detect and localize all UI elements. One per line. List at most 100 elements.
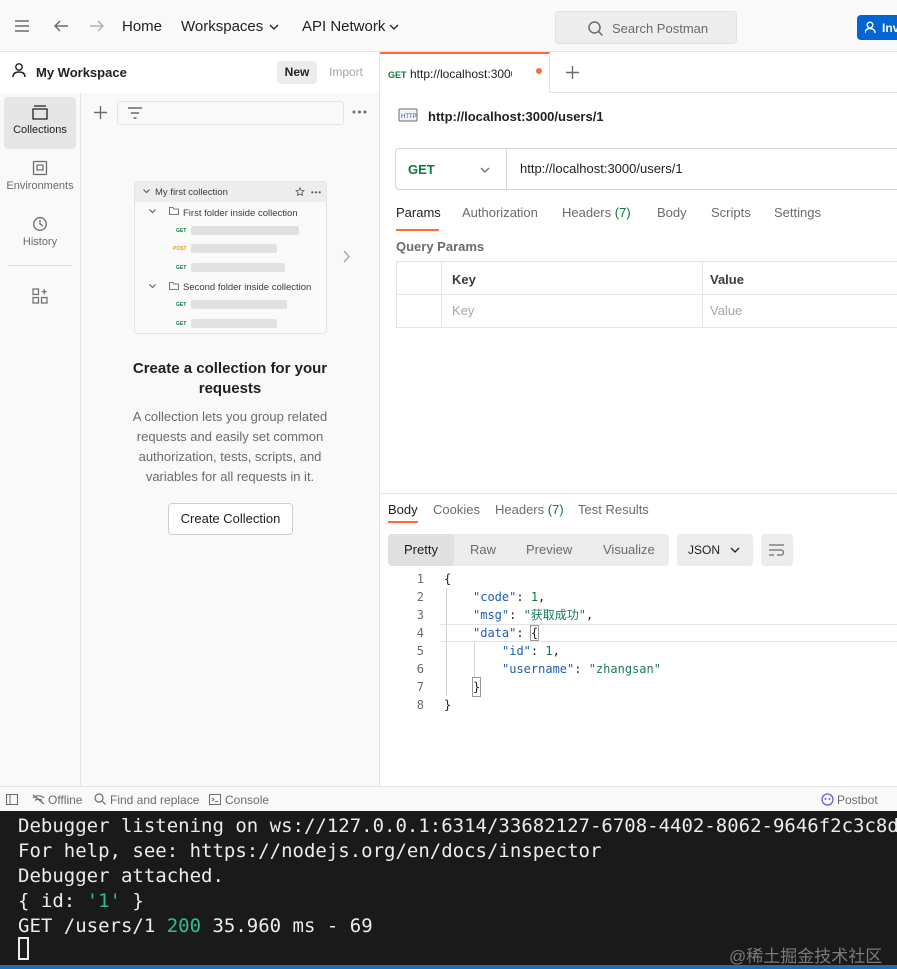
tab-params[interactable]: Params xyxy=(396,205,441,220)
back-icon[interactable] xyxy=(54,20,68,32)
method-badge: GET xyxy=(176,228,187,234)
menu-icon[interactable] xyxy=(15,20,29,32)
find-replace-button[interactable]: Find and replace xyxy=(110,793,199,807)
tab-authorization[interactable]: Authorization xyxy=(462,205,538,220)
toggle-sidebar-icon[interactable] xyxy=(6,794,18,805)
method-badge: GET xyxy=(176,302,187,308)
response-tab-headers[interactable]: Headers (7) xyxy=(495,502,564,517)
terminal-status-code: 200 xyxy=(166,915,202,937)
add-tab-icon[interactable] xyxy=(566,66,579,79)
new-button[interactable]: New xyxy=(277,61,317,84)
terminal-line: Debugger listening on ws://127.0.0.1:631… xyxy=(18,815,897,837)
method-select[interactable]: GET xyxy=(408,162,435,177)
json-brace: { xyxy=(444,572,452,586)
tab-settings[interactable]: Settings xyxy=(774,205,821,220)
chevron-down-icon xyxy=(269,24,279,30)
format-select[interactable]: JSON xyxy=(677,534,753,566)
workspace-title[interactable]: My Workspace xyxy=(36,65,127,80)
nav-workspaces[interactable]: Workspaces xyxy=(181,18,263,35)
tab-label: Settings xyxy=(774,205,821,220)
json-line: "code": 1, xyxy=(473,588,545,606)
response-divider[interactable] xyxy=(380,493,897,494)
terminal-text: 35.960 ms - 69 xyxy=(201,915,373,937)
history-icon xyxy=(33,217,47,231)
sidebar-item-label: Environments xyxy=(6,180,74,192)
filter-input[interactable] xyxy=(117,101,344,125)
chevron-down-icon xyxy=(730,547,740,553)
sidebar-item-collections[interactable]: Collections xyxy=(4,97,76,149)
terminal-text: GET /users/1 xyxy=(18,915,167,937)
empty-state-title: Create a collection for your requests xyxy=(132,360,328,397)
view-preview[interactable]: Preview xyxy=(526,542,572,557)
tab-body[interactable]: Body xyxy=(657,205,687,220)
tab-scripts[interactable]: Scripts xyxy=(711,205,751,220)
view-visualize[interactable]: Visualize xyxy=(603,542,655,557)
sidebar-item-history[interactable]: History xyxy=(4,209,76,261)
postbot-button[interactable]: Postbot xyxy=(837,793,878,807)
json-punct: , xyxy=(538,590,546,604)
console-button[interactable]: Console xyxy=(225,793,269,807)
add-icon[interactable] xyxy=(94,106,107,119)
method-badge: GET xyxy=(176,321,187,327)
more-options-icon[interactable] xyxy=(352,110,367,114)
apps-grid-icon[interactable] xyxy=(32,288,48,304)
invite-button[interactable]: Inv xyxy=(857,15,897,40)
param-value-input[interactable]: Value xyxy=(710,303,742,318)
collection-illustration: My first collection First folder inside … xyxy=(134,181,327,334)
line-number: 5 xyxy=(416,644,424,658)
bottom-border xyxy=(0,965,897,969)
sidebar-item-label: Collections xyxy=(13,124,67,136)
view-raw[interactable]: Raw xyxy=(470,542,496,557)
create-collection-button[interactable]: Create Collection xyxy=(168,503,293,535)
import-button[interactable]: Import xyxy=(321,61,371,84)
json-number: 1 xyxy=(530,590,539,604)
request-tab[interactable]: GET http://localhost:3000/us xyxy=(380,52,550,93)
tab-label: Params xyxy=(396,205,441,220)
search-placeholder: Search Postman xyxy=(612,21,709,36)
json-punct: : xyxy=(574,662,589,676)
terminal-line: For help, see: https://nodejs.org/en/doc… xyxy=(18,840,602,862)
sidebar-item-environments[interactable]: Environments xyxy=(4,153,76,205)
tab-headers[interactable]: Headers (7) xyxy=(562,205,631,220)
json-punct: : xyxy=(516,590,531,604)
url-input[interactable]: http://localhost:3000/users/1 xyxy=(520,161,683,176)
star-icon xyxy=(295,187,305,197)
json-punct: : xyxy=(516,626,531,640)
placeholder-bar xyxy=(191,226,299,235)
json-string: "zhangsan" xyxy=(588,662,661,676)
chevron-down-icon xyxy=(143,189,150,194)
line-number: 2 xyxy=(416,590,424,604)
tab-method: GET xyxy=(388,70,407,80)
url-divider xyxy=(506,149,507,189)
view-pretty[interactable]: Pretty xyxy=(404,542,438,557)
json-punct: : xyxy=(530,644,546,658)
method-badge: GET xyxy=(176,265,187,271)
response-tab-cookies[interactable]: Cookies xyxy=(433,502,480,517)
json-brace: } xyxy=(471,677,482,697)
forward-icon[interactable] xyxy=(90,20,104,32)
nav-api-network[interactable]: API Network xyxy=(302,18,385,35)
param-key-input[interactable]: Key xyxy=(452,303,474,318)
chevron-down-icon xyxy=(149,209,156,214)
wrap-lines-button[interactable] xyxy=(761,534,793,566)
chevron-right-icon xyxy=(343,250,350,263)
nav-home[interactable]: Home xyxy=(122,18,162,35)
json-key: "id" xyxy=(502,644,531,658)
search-icon xyxy=(94,793,106,805)
invite-label: Inv xyxy=(882,21,897,35)
json-punct: : xyxy=(509,608,524,622)
active-tab-underline xyxy=(396,229,439,231)
response-tab-test-results[interactable]: Test Results xyxy=(578,502,649,517)
format-label: JSON xyxy=(688,543,721,557)
more-options-icon xyxy=(311,191,321,194)
top-bar: Home Workspaces API Network xyxy=(0,0,897,52)
tab-label: Cookies xyxy=(433,502,480,517)
filter-icon xyxy=(128,107,142,119)
offline-status[interactable]: Offline xyxy=(48,793,82,807)
request-title[interactable]: http://localhost:3000/users/1 xyxy=(428,109,604,124)
json-key: "username" xyxy=(502,662,575,676)
terminal-text: { id: xyxy=(18,890,87,912)
search-input[interactable]: Search Postman xyxy=(555,11,737,44)
column-header-value: Value xyxy=(710,272,744,287)
response-tab-body[interactable]: Body xyxy=(388,502,418,517)
